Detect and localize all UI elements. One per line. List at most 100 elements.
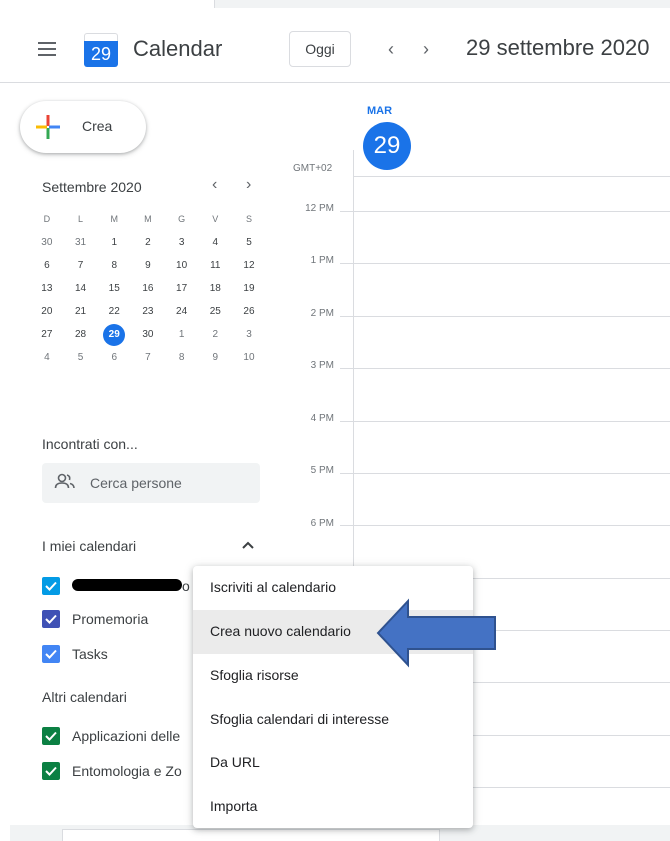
my-calendars-title[interactable]: I miei calendari <box>42 538 136 554</box>
people-icon <box>54 473 75 489</box>
chevron-right-icon[interactable]: › <box>423 38 429 60</box>
mini-calendar-day[interactable]: 3 <box>232 323 266 346</box>
create-button[interactable]: Crea <box>20 101 146 153</box>
mini-calendar-day[interactable]: 20 <box>30 300 64 323</box>
checkbox[interactable] <box>42 645 60 663</box>
time-label: 1 PM <box>310 255 334 266</box>
mini-calendar-day[interactable]: 2 <box>198 323 232 346</box>
hour-gridline <box>340 368 670 369</box>
calendar-label: Applicazioni delle <box>72 728 181 744</box>
mini-calendar-day[interactable]: 4 <box>30 346 64 369</box>
menu-item-browse-interesting[interactable]: Sfoglia calendari di interesse <box>193 698 473 742</box>
mini-calendar-day[interactable]: 10 <box>232 346 266 369</box>
logo-day-number: 29 <box>90 44 112 64</box>
mini-next-month-icon[interactable]: › <box>246 176 251 194</box>
mini-calendar-day[interactable]: 27 <box>30 323 64 346</box>
main-menu-icon[interactable] <box>38 42 56 56</box>
mini-calendar-day[interactable]: 1 <box>165 323 199 346</box>
mini-calendar-day[interactable]: 8 <box>165 346 199 369</box>
horizontal-scrollbar-thumb[interactable] <box>62 829 440 841</box>
menu-item-label: Sfoglia calendari di interesse <box>210 711 389 727</box>
mini-calendar-day[interactable]: 21 <box>64 300 98 323</box>
meet-with-title: Incontrati con... <box>42 436 138 452</box>
mini-calendar-day[interactable]: 7 <box>131 346 165 369</box>
mini-calendar-day[interactable]: 9 <box>198 346 232 369</box>
mini-calendar-day[interactable]: 6 <box>30 254 64 277</box>
menu-item-from-url[interactable]: Da URL <box>193 741 473 785</box>
mini-calendar-day[interactable]: 7 <box>64 254 98 277</box>
mini-prev-month-icon[interactable]: ‹ <box>212 176 217 194</box>
mini-calendar-day[interactable]: 5 <box>232 231 266 254</box>
menu-item-label: Importa <box>210 798 258 814</box>
chevron-left-icon[interactable]: ‹ <box>388 38 394 60</box>
mini-calendar-day[interactable]: 16 <box>131 277 165 300</box>
mini-calendar-day[interactable]: 1 <box>97 231 131 254</box>
mini-calendar-day[interactable]: 29 <box>97 323 131 346</box>
mini-calendar-day[interactable]: 6 <box>97 346 131 369</box>
menu-item-import[interactable]: Importa <box>193 785 473 829</box>
mini-calendar-day[interactable]: 4 <box>198 231 232 254</box>
menu-item-create-new-calendar[interactable]: Crea nuovo calendario <box>193 610 473 654</box>
menu-item-label: Sfoglia risorse <box>210 667 299 683</box>
mini-calendar-day[interactable]: 23 <box>131 300 165 323</box>
hour-gridline <box>340 316 670 317</box>
mini-calendar-grid: D L M M G V S 30 31 1 2 3 4 5 6 7 8 9 10 11 12 13 14 15 16 17 18 19… <box>30 208 266 369</box>
hour-gridline <box>340 421 670 422</box>
mini-calendar-day[interactable]: 18 <box>198 277 232 300</box>
mini-calendar-day[interactable]: 22 <box>97 300 131 323</box>
mini-calendar-day[interactable]: 19 <box>232 277 266 300</box>
menu-item-subscribe[interactable]: Iscriviti al calendario <box>193 566 473 610</box>
mini-calendar-day[interactable]: 2 <box>131 231 165 254</box>
mini-calendar-day[interactable]: 9 <box>131 254 165 277</box>
mini-calendar-week-row: 27 28 29 30 1 2 3 <box>30 323 266 346</box>
mini-calendar-weekday-row: DLMMGVS <box>30 208 266 231</box>
mini-calendar-day[interactable]: 15 <box>97 277 131 300</box>
mini-calendar-day[interactable]: 28 <box>64 323 98 346</box>
menu-item-browse-resources[interactable]: Sfoglia risorse <box>193 654 473 698</box>
checkbox[interactable] <box>42 727 60 745</box>
mini-calendar-day[interactable]: 24 <box>165 300 199 323</box>
mini-calendar-day[interactable]: 30 <box>30 231 64 254</box>
day-number[interactable]: 29 <box>363 122 411 170</box>
today-button[interactable]: Oggi <box>289 31 351 67</box>
app-title[interactable]: Calendar <box>133 36 222 62</box>
mini-calendar-day[interactable]: 30 <box>131 323 165 346</box>
mini-calendar-day[interactable]: 13 <box>30 277 64 300</box>
calendar-logo-icon[interactable]: 29 <box>84 33 118 67</box>
create-label: Crea <box>82 118 113 134</box>
mini-calendar-day[interactable]: 10 <box>165 254 199 277</box>
mini-calendar-day[interactable]: 5 <box>64 346 98 369</box>
checkbox[interactable] <box>42 610 60 628</box>
hour-gridline <box>340 211 670 212</box>
weekday-label: M <box>110 214 118 224</box>
mini-calendar-day[interactable]: 14 <box>64 277 98 300</box>
mini-calendar-week-row: 13 14 15 16 17 18 19 <box>30 277 266 300</box>
calendar-label: Tasks <box>72 646 108 662</box>
time-label: 6 PM <box>310 518 334 529</box>
browser-tab[interactable] <box>0 0 215 8</box>
checkbox[interactable] <box>42 762 60 780</box>
mini-calendar-day[interactable]: 12 <box>232 254 266 277</box>
weekday-label: M <box>144 214 152 224</box>
mini-calendar-title: Settembre 2020 <box>42 179 142 195</box>
chevron-up-icon[interactable] <box>241 540 255 550</box>
mini-calendar-day[interactable]: 11 <box>198 254 232 277</box>
search-people-placeholder: Cerca persone <box>90 475 182 491</box>
plus-icon <box>36 115 60 139</box>
checkbox[interactable] <box>42 577 60 595</box>
hour-gridline <box>340 473 670 474</box>
hour-gridline <box>340 263 670 264</box>
time-label: 2 PM <box>310 308 334 319</box>
weekday-label: L <box>78 214 84 224</box>
mini-calendar-day[interactable]: 8 <box>97 254 131 277</box>
weekday-label: D <box>43 214 51 224</box>
mini-calendar-day[interactable]: 31 <box>64 231 98 254</box>
mini-calendar-day[interactable]: 25 <box>198 300 232 323</box>
search-people-input[interactable]: Cerca persone <box>42 463 260 503</box>
other-calendars-title[interactable]: Altri calendari <box>42 689 127 705</box>
mini-calendar-day[interactable]: 3 <box>165 231 199 254</box>
weekday-label: V <box>212 214 219 224</box>
mini-calendar-day[interactable]: 26 <box>232 300 266 323</box>
mini-calendar-day[interactable]: 17 <box>165 277 199 300</box>
calendar-label: Promemoria <box>72 611 149 627</box>
